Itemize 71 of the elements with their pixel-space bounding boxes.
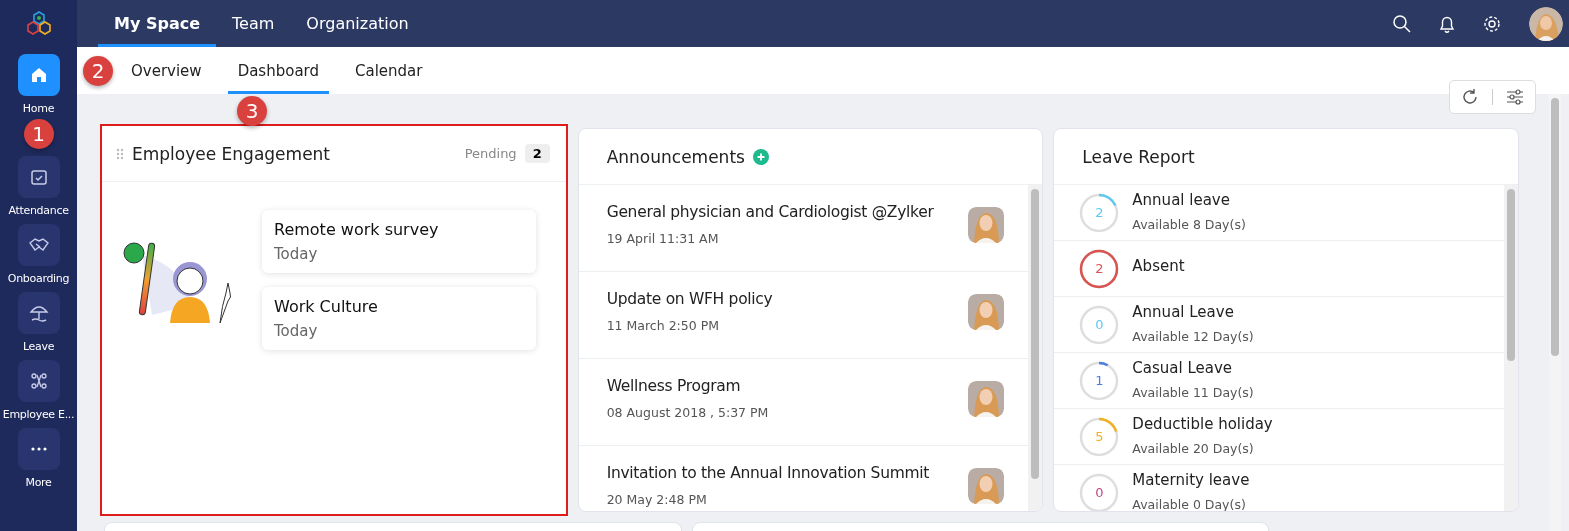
leave-available: Available 12 Day(s) bbox=[1132, 329, 1254, 344]
sidebar-item[interactable]: Attendance bbox=[0, 156, 77, 217]
refresh-icon[interactable] bbox=[1460, 87, 1480, 107]
sliders-icon[interactable] bbox=[1505, 87, 1525, 107]
pending-label: Pending bbox=[464, 146, 517, 161]
leave-type: Maternity leave bbox=[1132, 471, 1250, 489]
nav-tab[interactable]: Team bbox=[216, 0, 291, 47]
leave-count-ring: 1 bbox=[1078, 359, 1121, 402]
people-icon bbox=[28, 371, 49, 391]
announcement-title: Update on WFH policy bbox=[606, 290, 773, 308]
step-number-badge: 2 bbox=[83, 56, 113, 86]
sidebar-item[interactable]: Onboarding bbox=[0, 224, 77, 285]
survey-card[interactable]: Remote work survey Today bbox=[262, 210, 536, 273]
scrollbar[interactable] bbox=[1028, 185, 1043, 511]
sub-tab[interactable]: Overview bbox=[121, 47, 212, 94]
leave-count-ring: 2 bbox=[1078, 247, 1121, 290]
leave-count-ring: 0 bbox=[1078, 303, 1121, 346]
card-title: Employee Engagement bbox=[132, 143, 331, 164]
scrollbar[interactable] bbox=[1504, 185, 1518, 511]
announcement-date: 19 April 11:31 AM bbox=[606, 231, 720, 246]
leave-count-ring: 0 bbox=[1078, 471, 1121, 511]
search-icon[interactable] bbox=[1392, 13, 1412, 34]
leave-available: Available 11 Day(s) bbox=[1132, 385, 1254, 400]
sidebar-item[interactable]: More bbox=[0, 428, 77, 489]
leave-type: Annual Leave bbox=[1132, 303, 1235, 321]
card-title: Leave Report bbox=[1082, 146, 1195, 167]
survey-date: Today bbox=[274, 245, 319, 263]
leave-row[interactable]: 0 Annual Leave Available 12 Day(s) bbox=[1054, 297, 1504, 353]
survey-title: Work Culture bbox=[274, 297, 379, 316]
leave-available: Available 0 Day(s) bbox=[1132, 497, 1247, 511]
leave-available: Available 8 Day(s) bbox=[1132, 217, 1246, 232]
announcement-item[interactable]: Update on WFH policy 11 March 2:50 PM bbox=[578, 272, 1029, 359]
sub-tab[interactable]: Calendar bbox=[345, 47, 433, 94]
survey-date: Today bbox=[274, 322, 319, 340]
pending-count: 2 bbox=[524, 144, 550, 163]
leave-row[interactable]: 2 Absent bbox=[1054, 241, 1504, 297]
umbrella-icon bbox=[27, 303, 50, 323]
leave-row[interactable]: 2 Annual leave Available 8 Day(s) bbox=[1054, 185, 1504, 241]
sub-tab[interactable]: Dashboard bbox=[227, 47, 329, 94]
sidebar-item[interactable]: Home bbox=[0, 54, 77, 115]
leave-type: Casual Leave bbox=[1132, 359, 1234, 377]
drag-handle-icon[interactable] bbox=[116, 147, 124, 160]
settings-icon[interactable] bbox=[1482, 13, 1502, 34]
announcement-item[interactable]: Wellness Program 08 August 2018 , 5:37 PM bbox=[578, 359, 1029, 446]
leave-available: Available 20 Day(s) bbox=[1132, 441, 1255, 456]
hexagons-logo-icon bbox=[24, 9, 53, 38]
sidebar-item[interactable]: Leave bbox=[0, 292, 77, 353]
announcement-date: 08 August 2018 , 5:37 PM bbox=[606, 405, 769, 420]
more-icon bbox=[30, 447, 47, 451]
announcement-date: 11 March 2:50 PM bbox=[606, 318, 720, 333]
nav-tab[interactable]: Organization bbox=[290, 0, 425, 47]
leave-count-ring: 5 bbox=[1078, 415, 1121, 458]
announcement-title: Wellness Program bbox=[606, 377, 742, 395]
sidebar-item[interactable]: Employee E... bbox=[0, 360, 77, 421]
leave-count-ring: 2 bbox=[1078, 191, 1121, 234]
leave-row[interactable]: 1 Casual Leave Available 11 Day(s) bbox=[1054, 353, 1504, 409]
leave-type: Annual leave bbox=[1132, 191, 1231, 209]
leave-type: Deductible holiday bbox=[1132, 415, 1273, 433]
announcement-item[interactable]: General physician and Cardiologist @Zylker 19 April 11:31 AM bbox=[578, 185, 1029, 272]
step-number-badge: 3 bbox=[237, 96, 267, 126]
card-title: Announcements bbox=[606, 146, 745, 167]
leave-row[interactable]: 5 Deductible holiday Available 20 Day(s) bbox=[1054, 409, 1504, 465]
page-scrollbar[interactable] bbox=[1549, 94, 1561, 531]
leave-type: Absent bbox=[1132, 257, 1185, 275]
survey-title: Remote work survey bbox=[274, 220, 440, 239]
announcement-date: 20 May 2:48 PM bbox=[606, 492, 708, 507]
calendar-check-icon bbox=[28, 167, 49, 187]
announcement-title: Invitation to the Annual Innovation Summit bbox=[606, 464, 930, 482]
step-number-badge: 1 bbox=[23, 119, 54, 149]
announcement-title: General physician and Cardiologist @Zylker bbox=[606, 203, 934, 221]
survey-card[interactable]: Work Culture Today bbox=[262, 287, 536, 350]
